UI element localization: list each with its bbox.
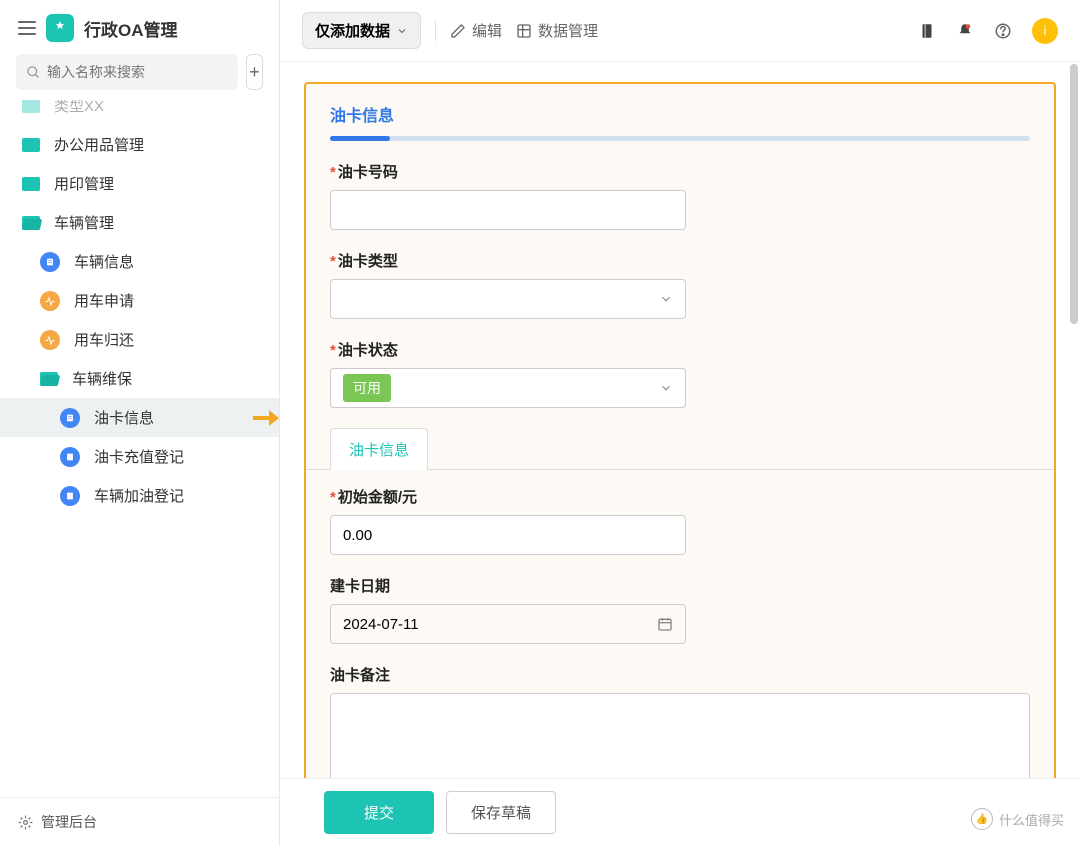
card-status-select[interactable]: 可用 xyxy=(330,368,686,408)
tree-item-active[interactable]: 油卡信息 xyxy=(0,398,279,437)
card-type-select[interactable] xyxy=(330,279,686,319)
avatar[interactable]: i xyxy=(1032,18,1058,44)
initial-amount-input[interactable] xyxy=(330,515,686,555)
field-create-date: 建卡日期 2024-07-11 xyxy=(330,575,1030,644)
tree-item[interactable]: 用车归还 xyxy=(0,320,279,359)
folder-open-icon xyxy=(22,216,40,230)
chevron-down-icon xyxy=(659,292,673,306)
search-icon xyxy=(26,65,41,80)
sidebar: 行政OA管理 + 类型XX 办公用品管理 用印管理 车辆管理 车辆信息 用车申请… xyxy=(0,0,280,846)
process-icon xyxy=(40,330,60,350)
watermark: 👍 什么值得买 xyxy=(971,808,1064,830)
topbar: 仅添加数据 编辑 数据管理 i xyxy=(280,0,1080,62)
folder-icon xyxy=(22,177,40,191)
grid-icon xyxy=(516,23,532,39)
status-tag: 可用 xyxy=(343,374,391,402)
chevron-down-icon xyxy=(659,381,673,395)
field-card-no: *油卡号码 xyxy=(330,161,1030,230)
topbar-right: i xyxy=(918,18,1058,44)
doc-icon xyxy=(40,252,60,272)
menu-icon[interactable] xyxy=(18,21,36,35)
nav-tree: 类型XX 办公用品管理 用印管理 车辆管理 车辆信息 用车申请 用车归还 车辆维… xyxy=(0,100,279,797)
manage-backend-link[interactable]: 管理后台 xyxy=(0,797,279,846)
pencil-icon xyxy=(450,23,466,39)
tree-item[interactable]: 车辆维保 xyxy=(0,359,279,398)
tree-item[interactable]: 车辆加油登记 xyxy=(0,476,279,515)
help-icon[interactable] xyxy=(994,22,1012,40)
doc-icon xyxy=(60,486,80,506)
tab-section: 油卡信息 xyxy=(330,428,1030,470)
process-icon xyxy=(40,291,60,311)
arrow-right-icon xyxy=(251,407,279,429)
create-date-input[interactable]: 2024-07-11 xyxy=(330,604,686,644)
tree-item[interactable]: 车辆管理 xyxy=(0,203,279,242)
book-icon[interactable] xyxy=(918,22,936,40)
field-card-status: *油卡状态 可用 xyxy=(330,339,1030,408)
brand-row: 行政OA管理 xyxy=(0,0,279,54)
search-input[interactable] xyxy=(47,64,228,80)
folder-open-icon xyxy=(40,372,58,386)
vertical-scrollbar[interactable] xyxy=(1070,64,1078,786)
tree-item[interactable]: 办公用品管理 xyxy=(0,125,279,164)
form-body: *油卡号码 *油卡类型 *油卡状态 可用 xyxy=(306,141,1054,812)
tab-oil-card-info[interactable]: 油卡信息 xyxy=(330,428,428,470)
gear-icon xyxy=(18,815,33,830)
brand-title: 行政OA管理 xyxy=(84,16,178,41)
bell-icon[interactable] xyxy=(956,22,974,40)
field-card-type: *油卡类型 xyxy=(330,250,1030,319)
submit-button[interactable]: 提交 xyxy=(324,791,434,834)
tree-item[interactable]: 用印管理 xyxy=(0,164,279,203)
field-initial-amount: *初始金额/元 xyxy=(330,486,1030,555)
search-row: + xyxy=(0,54,279,100)
footer-bar: 提交 保存草稿 xyxy=(280,778,1080,846)
folder-icon xyxy=(22,138,40,152)
section-header: 油卡信息 xyxy=(306,84,1054,136)
doc-icon xyxy=(60,408,80,428)
save-draft-button[interactable]: 保存草稿 xyxy=(446,791,556,834)
brand-logo xyxy=(46,14,74,42)
add-button[interactable]: + xyxy=(246,54,263,90)
tree-item[interactable]: 类型XX xyxy=(0,100,279,125)
content: 油卡信息 *油卡号码 *油卡类型 *油卡状态 xyxy=(280,62,1080,846)
form-card: 油卡信息 *油卡号码 *油卡类型 *油卡状态 xyxy=(304,82,1056,812)
doc-icon xyxy=(60,447,80,467)
calendar-icon xyxy=(657,616,673,632)
tree-item[interactable]: 车辆信息 xyxy=(0,242,279,281)
main: 仅添加数据 编辑 数据管理 i 油卡信息 xyxy=(280,0,1080,846)
thumb-icon: 👍 xyxy=(971,808,993,830)
mode-dropdown[interactable]: 仅添加数据 xyxy=(302,12,421,49)
progress-bar xyxy=(330,136,1030,141)
data-manage-link[interactable]: 数据管理 xyxy=(516,20,598,41)
folder-icon xyxy=(22,100,40,113)
edit-link[interactable]: 编辑 xyxy=(450,20,502,41)
search-box[interactable] xyxy=(16,54,238,90)
tree-item[interactable]: 油卡充值登记 xyxy=(0,437,279,476)
chevron-down-icon xyxy=(396,25,408,37)
tree-item[interactable]: 用车申请 xyxy=(0,281,279,320)
card-no-input[interactable] xyxy=(330,190,686,230)
